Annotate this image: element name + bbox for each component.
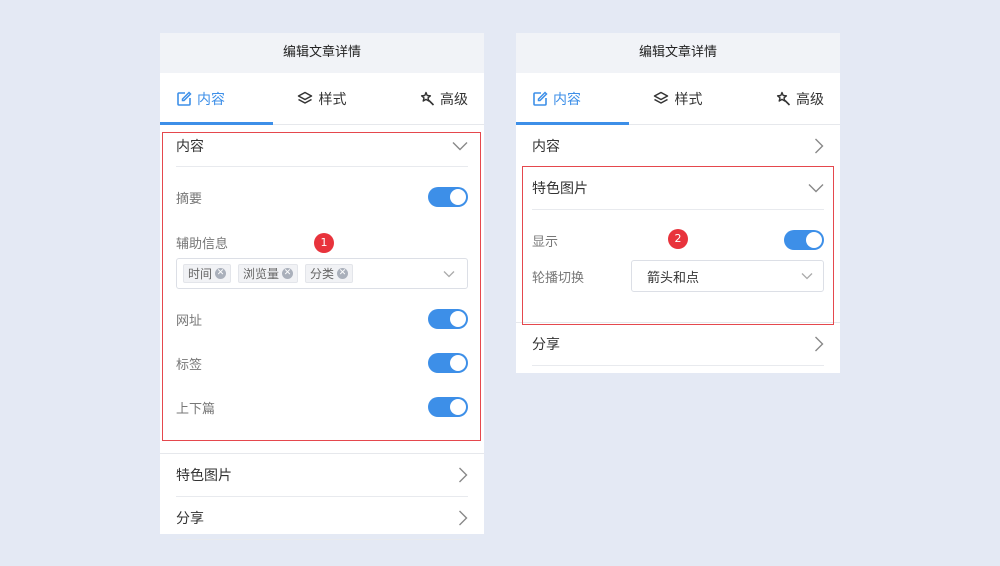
chevron-right-icon <box>459 467 468 483</box>
tab-bar: 内容 样式 高级 <box>516 73 840 125</box>
featured-image-section-header[interactable]: 特色图片 <box>176 454 468 497</box>
share-section-header[interactable]: 分享 <box>532 323 824 366</box>
magic-wand-icon <box>420 91 435 106</box>
section-title: 分享 <box>176 511 204 527</box>
tab-label: 高级 <box>439 91 468 108</box>
edit-icon <box>177 90 192 106</box>
edit-icon <box>533 90 548 106</box>
tab-advanced[interactable]: 高级 <box>371 73 484 124</box>
tab-label: 内容 <box>197 91 225 108</box>
tab-content[interactable]: 内容 <box>516 73 630 125</box>
annotation-badge: 1 <box>314 233 334 253</box>
magic-wand-icon <box>776 91 791 106</box>
tab-label: 高级 <box>795 91 824 108</box>
tab-label: 样式 <box>674 91 703 108</box>
share-section-header[interactable]: 分享 <box>176 497 468 540</box>
section-title: 分享 <box>532 337 560 353</box>
panel-title: 编辑文章详情 <box>516 33 840 73</box>
tab-advanced[interactable]: 高级 <box>727 73 840 124</box>
tab-bar: 内容 样式 高级 <box>160 73 484 125</box>
layers-icon <box>298 91 313 104</box>
annotation-badge: 2 <box>668 229 688 249</box>
chevron-right-icon <box>459 510 468 526</box>
chevron-right-icon <box>815 138 824 153</box>
section-title: 特色图片 <box>176 468 232 484</box>
panel-title: 编辑文章详情 <box>160 33 484 73</box>
tab-label: 样式 <box>318 91 347 108</box>
content-section-header[interactable]: 内容 <box>532 125 824 167</box>
tab-style[interactable]: 样式 <box>273 73 370 124</box>
chevron-right-icon <box>815 336 824 352</box>
tab-label: 内容 <box>553 91 581 108</box>
layers-icon <box>654 91 669 104</box>
tab-content[interactable]: 内容 <box>160 73 274 125</box>
section-title: 内容 <box>532 138 560 155</box>
tab-style[interactable]: 样式 <box>629 73 726 124</box>
highlight-box-1 <box>162 132 481 441</box>
